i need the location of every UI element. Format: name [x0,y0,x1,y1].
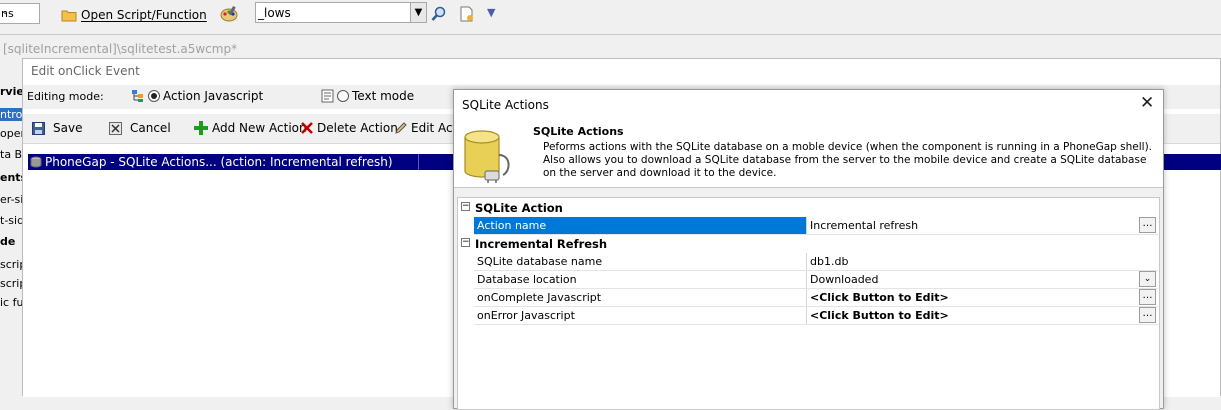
chevron-down-icon[interactable]: ▼ [410,3,426,22]
cancel-label: Cancel [130,121,171,135]
column-divider [418,154,419,170]
property-row-database-location[interactable]: Database location Downloaded ⌄ [474,271,1158,289]
save-label: Save [53,121,83,135]
category-label: SQLite Action [475,201,563,215]
action-tree-icon [132,90,143,102]
dropdown-arrow-icon[interactable]: ▼ [487,6,495,19]
save-icon [32,121,45,135]
property-value[interactable]: db1.db [810,255,1130,268]
category-label: Incremental Refresh [475,237,608,251]
left-panel-item[interactable]: scrip [0,258,24,271]
palette-icon[interactable] [220,6,238,22]
property-value[interactable]: Downloaded [810,273,1130,286]
ellipsis-button[interactable]: … [1139,307,1156,323]
cancel-icon [109,121,122,135]
new-document-icon[interactable] [459,6,475,22]
category-incremental-refresh[interactable]: − Incremental Refresh [458,235,1158,253]
cancel-button[interactable]: Cancel [109,121,171,135]
left-panel-item[interactable]: ta Bi [0,148,24,161]
dialog-header: SQLite Actions Peforms actions with the … [454,120,1163,188]
category-sqlite-action[interactable]: − SQLite Action [458,199,1158,217]
delete-action-button[interactable]: Delete Action [301,121,398,135]
left-panel-item[interactable]: rvie [0,85,24,98]
dialog-header-description: Peforms actions with the SQLite database… [543,141,1153,179]
editing-mode-label: Editing mode: [27,90,104,103]
text-document-icon [321,89,334,103]
open-script-label: Open Script/Function [81,8,207,22]
action-row-label: PhoneGap - SQLite Actions... (action: In… [45,155,393,169]
function-search-combo[interactable]: ▼ [255,2,427,23]
left-combo[interactable]: ns ⌄ [0,3,40,24]
property-value[interactable]: <Click Button to Edit> [810,309,1130,322]
save-button[interactable]: Save [32,121,82,135]
delete-action-label: Delete Action [317,121,398,135]
property-row-sqlite-database-name[interactable]: SQLite database name db1.db [474,253,1158,271]
divider [0,34,1221,35]
property-name: Database location [474,271,807,288]
property-row-oncomplete-javascript[interactable]: onComplete Javascript <Click Button to E… [474,289,1158,307]
dialog-header-title: SQLite Actions [533,125,624,138]
left-panel-item[interactable]: ic fu [0,296,23,309]
mode-text-option[interactable]: Text mode [321,89,414,103]
property-grid: − SQLite Action Action name Incremental … [457,197,1160,410]
document-tab[interactable]: [sqliteIncremental]\sqlitetest.a5wcmp* [3,42,237,56]
plus-icon [194,121,208,135]
left-panel-item[interactable]: de [0,235,15,248]
mode-text-label: Text mode [352,89,415,103]
ellipsis-button[interactable]: … [1139,289,1156,305]
find-icon[interactable] [431,6,447,22]
add-new-action-label: Add New Action [212,121,307,135]
chevron-down-icon: ⌄ [1,6,10,17]
database-plug-icon [464,130,510,183]
left-panel-item[interactable]: ntro [0,108,24,121]
property-row-onerror-javascript[interactable]: onError Javascript <Click Button to Edit… [474,307,1158,325]
delete-x-icon [301,122,313,134]
sqlite-actions-dialog: SQLite Actions ✕ SQLite Actions Peforms … [453,89,1164,410]
dialog-title: SQLite Actions [462,98,549,112]
property-value[interactable]: Incremental refresh [810,219,1130,232]
left-panel-item[interactable]: scrip [0,277,24,290]
left-panel-item[interactable]: er-sic [0,193,24,206]
mode-action-javascript-label: Action Javascript [163,89,264,103]
left-panel-item[interactable]: ents [0,171,24,184]
window-title: Edit onClick Event [31,64,140,78]
property-name: Action name [474,217,807,234]
collapse-icon[interactable]: − [461,238,470,247]
add-new-action-button[interactable]: Add New Action [194,121,307,135]
property-name: onComplete Javascript [474,289,807,306]
close-icon[interactable]: ✕ [1140,95,1154,112]
dialog-titlebar[interactable]: SQLite Actions ✕ [454,90,1163,120]
left-panel-item[interactable]: opert [0,127,24,140]
open-script-button[interactable]: Open Script/Function [61,5,207,25]
function-search-input[interactable] [258,5,408,20]
left-panel-item[interactable]: t-sid [0,214,24,227]
database-icon [30,156,42,168]
radio-text-mode[interactable] [337,90,349,102]
left-side-panel: rvie ntro opert ta Bi ents er-sic t-sid … [0,55,24,396]
collapse-icon[interactable]: − [461,202,470,211]
window-titlebar[interactable]: Edit onClick Event [23,59,1220,83]
pencil-icon [395,121,407,134]
property-value[interactable]: <Click Button to Edit> [810,291,1130,304]
chevron-down-icon[interactable]: ⌄ [1139,271,1156,287]
property-row-action-name[interactable]: Action name Incremental refresh … [474,217,1158,235]
ellipsis-button[interactable]: … [1139,217,1156,233]
folder-icon [61,10,77,22]
property-name: SQLite database name [474,253,807,270]
radio-action-javascript[interactable] [148,90,160,102]
property-name: onError Javascript [474,307,807,324]
mode-action-javascript-option[interactable]: Action Javascript [131,89,263,103]
